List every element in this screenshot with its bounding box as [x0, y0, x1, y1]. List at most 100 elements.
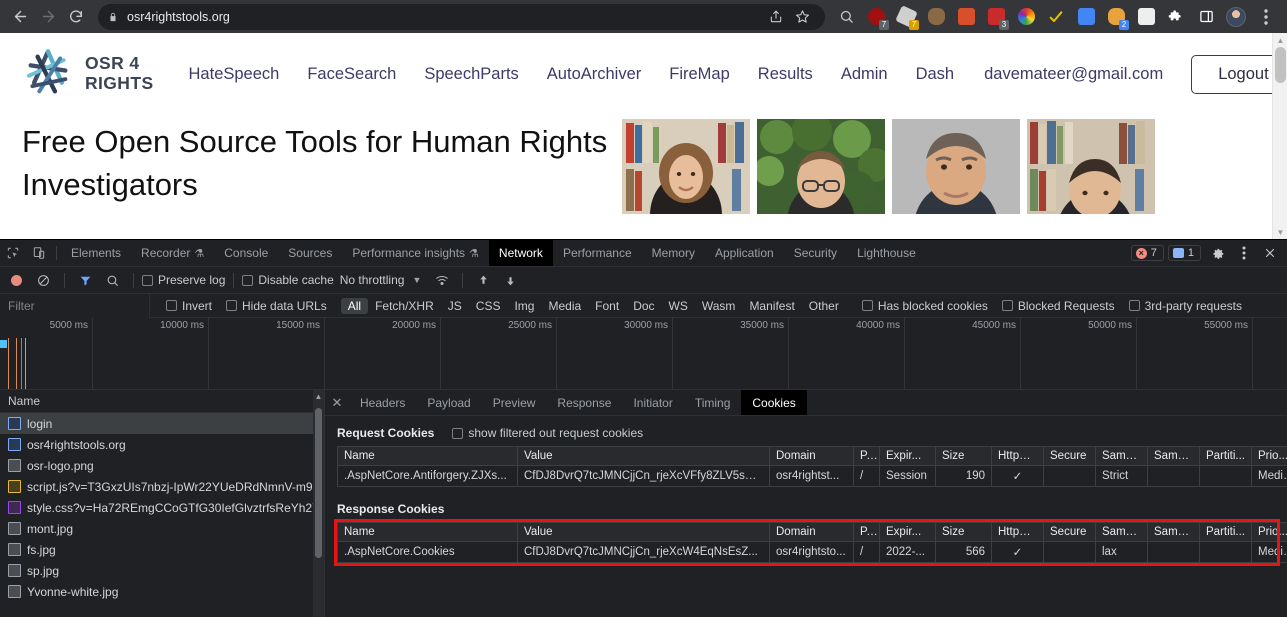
site-logo[interactable]: OSR 4 RIGHTS [22, 48, 154, 100]
search-icon[interactable] [100, 269, 125, 291]
sidepanel-icon[interactable] [1191, 3, 1221, 31]
col-name[interactable]: Name [337, 522, 518, 542]
toggle-device-toolbar-icon[interactable] [26, 240, 52, 266]
detail-tab-response[interactable]: Response [546, 390, 622, 415]
scroll-up-arrow[interactable]: ▲ [1273, 33, 1287, 47]
filter-type-ws[interactable]: WS [662, 298, 695, 314]
detail-tab-payload[interactable]: Payload [416, 390, 481, 415]
scroll-up-arrow[interactable]: ▲ [313, 392, 324, 401]
col-expires[interactable]: Expir... [879, 446, 936, 466]
detail-tab-headers[interactable]: Headers [349, 390, 416, 415]
hedgehog-extension-icon[interactable] [921, 3, 951, 31]
detail-tab-initiator[interactable]: Initiator [622, 390, 683, 415]
request-row-style-css[interactable]: style.css?v=Ha72REmgCCoGTfG30IefGlvztrfs… [0, 497, 324, 518]
throttling-select[interactable]: No throttling [340, 273, 405, 287]
close-icon[interactable]: ✕ [325, 390, 349, 415]
nav-link-hatespeech[interactable]: HateSpeech [189, 65, 280, 84]
nav-link-admin[interactable]: Admin [841, 65, 888, 84]
adblock-extension-icon[interactable]: 7 [891, 3, 921, 31]
col-priority[interactable]: Prio... [1251, 446, 1287, 466]
nav-link-autoarchiver[interactable]: AutoArchiver [547, 65, 641, 84]
col-samesite[interactable]: Same... [1095, 522, 1148, 542]
import-har-icon[interactable] [471, 269, 496, 291]
network-timeline-overview[interactable]: 5000 ms 10000 ms 15000 ms 20000 ms 25000… [0, 318, 1287, 390]
devtools-tab-elements[interactable]: Elements [61, 240, 131, 266]
devtools-tab-recorder[interactable]: Recorder ⚗ [131, 240, 214, 266]
col-path[interactable]: P... [853, 446, 880, 466]
request-row-mont-jpg[interactable]: mont.jpg [0, 518, 324, 539]
col-secure[interactable]: Secure [1043, 522, 1096, 542]
three-dot-menu-icon[interactable] [1231, 246, 1257, 260]
forward-button[interactable] [34, 3, 62, 31]
nav-link-firemap[interactable]: FireMap [669, 65, 730, 84]
star-icon[interactable] [789, 9, 815, 24]
filter-type-fetch-xhr[interactable]: Fetch/XHR [368, 298, 441, 314]
blocked-requests-checkbox[interactable]: Blocked Requests [1001, 299, 1115, 313]
devtools-tab-network[interactable]: Network [488, 240, 553, 266]
has-blocked-cookies-checkbox[interactable]: Has blocked cookies [861, 299, 988, 313]
scroll-down-arrow[interactable]: ▼ [1273, 225, 1287, 239]
filter-type-font[interactable]: Font [588, 298, 626, 314]
col-priority[interactable]: Prio... [1251, 522, 1287, 542]
detail-tab-preview[interactable]: Preview [482, 390, 547, 415]
request-list-header[interactable]: Name [0, 390, 324, 413]
table-row[interactable]: .AspNetCore.Antiforgery.ZJXs... CfDJ8Dvr… [337, 465, 1287, 487]
gear-icon[interactable] [1205, 246, 1231, 260]
inspect-element-icon[interactable] [0, 240, 26, 266]
filter-type-wasm[interactable]: Wasm [695, 298, 743, 314]
devtools-tab-memory[interactable]: Memory [642, 240, 705, 266]
request-list-scrollbar[interactable]: ▲ [313, 390, 324, 617]
scrollbar-thumb[interactable] [315, 408, 322, 558]
col-sameparty[interactable]: Same... [1147, 446, 1200, 466]
col-domain[interactable]: Domain [769, 446, 854, 466]
invert-checkbox[interactable]: Invert [166, 299, 212, 313]
third-party-requests-checkbox[interactable]: 3rd-party requests [1128, 299, 1242, 313]
clear-network-log-icon[interactable] [31, 269, 56, 291]
nav-link-facesearch[interactable]: FaceSearch [307, 65, 396, 84]
col-partition[interactable]: Partiti... [1199, 446, 1252, 466]
error-count-badge[interactable]: × 7 [1130, 245, 1164, 261]
devtools-tab-application[interactable]: Application [705, 240, 784, 266]
col-value[interactable]: Value [517, 446, 770, 466]
filter-type-doc[interactable]: Doc [626, 298, 661, 314]
filter-type-media[interactable]: Media [541, 298, 588, 314]
filter-type-other[interactable]: Other [802, 298, 846, 314]
detail-tab-cookies[interactable]: Cookies [741, 390, 807, 415]
grammarly-extension-icon[interactable]: 3 [981, 3, 1011, 31]
nav-link-results[interactable]: Results [758, 65, 813, 84]
table-row[interactable]: .AspNetCore.Cookies CfDJ8DvrQ7tcJMNCjjCn… [337, 541, 1287, 563]
export-har-icon[interactable] [498, 269, 523, 291]
filter-type-manifest[interactable]: Manifest [742, 298, 801, 314]
puzzle-extensions-icon[interactable] [1161, 3, 1191, 31]
col-secure[interactable]: Secure [1043, 446, 1096, 466]
filter-funnel-icon[interactable] [73, 269, 98, 291]
devtools-tab-sources[interactable]: Sources [278, 240, 342, 266]
col-httponly[interactable]: HttpO... [991, 446, 1044, 466]
col-sameparty[interactable]: Same... [1147, 522, 1200, 542]
nav-link-dash[interactable]: Dash [916, 65, 955, 84]
col-domain[interactable]: Domain [769, 522, 854, 542]
request-row-sp-jpg[interactable]: sp.jpg [0, 560, 324, 581]
col-size[interactable]: Size [935, 522, 992, 542]
filter-type-js[interactable]: JS [441, 298, 469, 314]
three-dot-menu-icon[interactable] [1251, 3, 1281, 31]
colorzilla-extension-icon[interactable] [1011, 3, 1041, 31]
filter-type-img[interactable]: Img [507, 298, 541, 314]
scrollbar-thumb[interactable] [1275, 47, 1286, 83]
devtools-tab-lighthouse[interactable]: Lighthouse [847, 240, 926, 266]
disable-cache-checkbox[interactable]: Disable cache [242, 273, 334, 287]
hide-data-urls-checkbox[interactable]: Hide data URLs [226, 299, 327, 313]
profile-avatar-icon[interactable] [1221, 3, 1251, 31]
detail-tab-timing[interactable]: Timing [684, 390, 742, 415]
back-button[interactable] [6, 3, 34, 31]
request-row-login[interactable]: login [0, 413, 324, 434]
ublock-origin-extension-icon[interactable]: 7 [861, 3, 891, 31]
search-icon[interactable] [831, 3, 861, 31]
show-filtered-cookies-checkbox[interactable]: show filtered out request cookies [452, 426, 643, 440]
devtools-tab-security[interactable]: Security [784, 240, 847, 266]
user-email-label[interactable]: davemateer@gmail.com [984, 65, 1163, 84]
honey-extension-icon[interactable]: 2 [1101, 3, 1131, 31]
devtools-tab-performance[interactable]: Performance [553, 240, 642, 266]
request-row-osr4rightstools[interactable]: osr4rightstools.org [0, 434, 324, 455]
request-row-fs-jpg[interactable]: fs.jpg [0, 539, 324, 560]
